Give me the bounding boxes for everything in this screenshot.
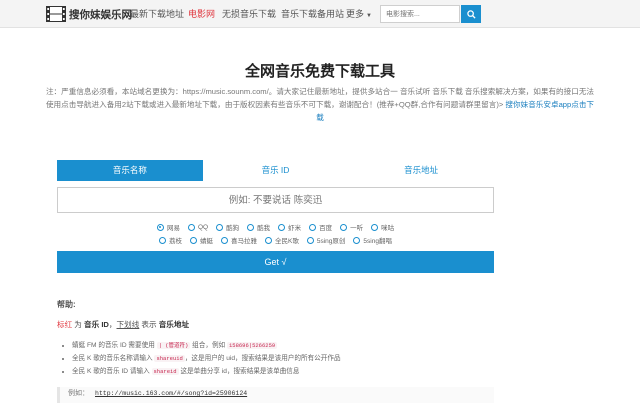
source-option[interactable]: 一听	[340, 222, 363, 232]
legend-text: ，	[108, 320, 117, 329]
nav-backup-site[interactable]: 音乐下载备用站	[281, 0, 344, 28]
source-option[interactable]: 荔枝	[159, 235, 182, 245]
help-item-code: 158696|5266259	[226, 342, 278, 349]
source-option[interactable]: 网易	[156, 222, 180, 232]
caret-down-icon: ▼	[366, 13, 372, 19]
radio-button[interactable]	[309, 223, 317, 231]
help-item-text: 蜻蜓 FM 的音乐 ID 需要使用	[72, 342, 157, 349]
radio-button[interactable]	[353, 236, 361, 244]
radio-button[interactable]	[265, 236, 273, 244]
tab-music-url[interactable]: 音乐地址	[348, 160, 495, 181]
legend-text: 表示	[139, 320, 159, 329]
source-option[interactable]: 喜马拉雅	[221, 235, 257, 245]
nav-more[interactable]: 更多 ▼	[346, 0, 372, 28]
source-option[interactable]: 虾米	[278, 222, 301, 232]
help-title: 帮助:	[57, 300, 76, 309]
nav-lossless-music[interactable]: 无损音乐下载	[222, 0, 276, 28]
help-legend: 标红 为 音乐 ID，下划线 表示 音乐地址	[57, 319, 189, 330]
radio-button[interactable]	[306, 236, 314, 244]
search-mode-tabs: 音乐名称 音乐 ID 音乐地址	[57, 160, 495, 181]
top-navbar: 搜你妹娱乐网 最新下载地址 电影网 无损音乐下载 音乐下载备用站 更多 ▼	[0, 0, 640, 28]
radio-button[interactable]	[278, 223, 286, 231]
source-radio-row-2: 荔枝 蜻蜓 喜马拉雅 全民K歌 5sing原创 5sing翻唱	[57, 235, 494, 245]
source-label: 咪咕	[381, 225, 395, 232]
tab-music-name[interactable]: 音乐名称	[57, 160, 203, 181]
radio-button[interactable]	[159, 236, 167, 244]
source-label: 百度	[319, 225, 333, 232]
legend-music-id: 音乐 ID	[84, 320, 109, 329]
help-list: 蜻蜓 FM 的音乐 ID 需要使用 | (管道符) 组合，例如 158696|5…	[72, 339, 341, 378]
radio-button[interactable]	[340, 223, 348, 231]
source-label: 虾米	[288, 225, 302, 232]
help-item-text: 全民 K 歌的音乐名称请输入	[72, 355, 155, 362]
legend-music-url: 音乐地址	[158, 320, 190, 329]
help-item-text: 这是单曲分享 id，搜索结果是该单曲信息	[178, 368, 300, 375]
help-item-text: 全民 K 歌的音乐 ID 请输入	[72, 368, 152, 375]
source-label: 5sing翻唱	[363, 238, 392, 245]
source-option[interactable]: 酷我	[247, 222, 270, 232]
logo-text: 搜你妹娱乐网	[69, 8, 132, 21]
help-item-code: shareuid	[154, 355, 185, 362]
source-option[interactable]: QQ	[187, 222, 209, 232]
source-option[interactable]: 酷狗	[216, 222, 239, 232]
radio-button[interactable]	[247, 223, 255, 231]
get-button[interactable]: Get √	[57, 251, 494, 273]
search-input[interactable]	[380, 5, 460, 23]
search-icon	[466, 9, 476, 19]
source-option[interactable]: 5sing翻唱	[353, 235, 392, 245]
list-item: 全民 K 歌的音乐名称请输入 shareuid，这是用户的 uid，搜索结果是该…	[72, 352, 341, 365]
radio-button[interactable]	[190, 236, 198, 244]
music-search-input[interactable]	[57, 187, 494, 213]
source-option[interactable]: 蜻蜓	[190, 235, 213, 245]
example-url-link[interactable]: http://music.163.com/#/song?id=25906124	[95, 390, 247, 397]
legend-text: 为	[72, 320, 85, 329]
source-option[interactable]: 咪咕	[371, 222, 394, 232]
help-item-code: | (管道符)	[156, 342, 191, 349]
source-label: 一听	[350, 225, 364, 232]
source-label: 全民K歌	[275, 238, 299, 245]
page-title: 全网音乐免费下载工具	[244, 63, 395, 80]
legend-red-label: 标红	[57, 320, 73, 329]
list-item: 蜻蜓 FM 的音乐 ID 需要使用 | (管道符) 组合，例如 158696|5…	[72, 339, 341, 352]
search-button[interactable]	[461, 5, 481, 23]
list-item: 全民 K 歌的音乐 ID 请输入 shareid 这是单曲分享 id，搜索结果是…	[72, 365, 341, 378]
source-option[interactable]: 全民K歌	[265, 235, 299, 245]
source-label: 网易	[166, 225, 180, 232]
legend-underline-label: 下划线	[116, 320, 140, 329]
source-label: QQ	[197, 223, 209, 231]
film-icon	[46, 6, 66, 22]
example-label: 例如：	[68, 390, 89, 397]
site-logo[interactable]: 搜你妹娱乐网	[46, 5, 132, 23]
nav-latest-download[interactable]: 最新下载地址	[130, 0, 184, 28]
tab-music-id[interactable]: 音乐 ID	[202, 160, 349, 181]
nav-more-label: 更多	[346, 9, 365, 19]
help-item-text: 组合，例如	[190, 342, 227, 349]
nav-movie[interactable]: 电影网	[188, 0, 215, 28]
source-radio-row-1: 网易 QQ 酷狗 酷我 虾米 百度 一听 咪咕	[57, 222, 494, 232]
source-label: 5sing原创	[316, 238, 346, 245]
help-item-text: ，这是用户的 uid，搜索结果是该用户的所有公开作品	[184, 355, 341, 362]
notice-text: 注：严重信息必须看，本站域名更换为：https://music.sounm.co…	[45, 85, 595, 124]
source-option[interactable]: 百度	[309, 222, 332, 232]
radio-button[interactable]	[156, 223, 164, 231]
source-label: 喜马拉雅	[231, 238, 258, 245]
radio-button[interactable]	[187, 223, 195, 231]
source-option[interactable]: 5sing原创	[306, 235, 346, 245]
help-item-code: shareid	[151, 368, 179, 375]
radio-button[interactable]	[371, 223, 379, 231]
source-label: 蜻蜓	[200, 238, 214, 245]
radio-button[interactable]	[216, 223, 224, 231]
source-label: 荔枝	[169, 238, 183, 245]
source-label: 酷我	[257, 225, 271, 232]
radio-button[interactable]	[221, 236, 229, 244]
source-label: 酷狗	[226, 225, 240, 232]
